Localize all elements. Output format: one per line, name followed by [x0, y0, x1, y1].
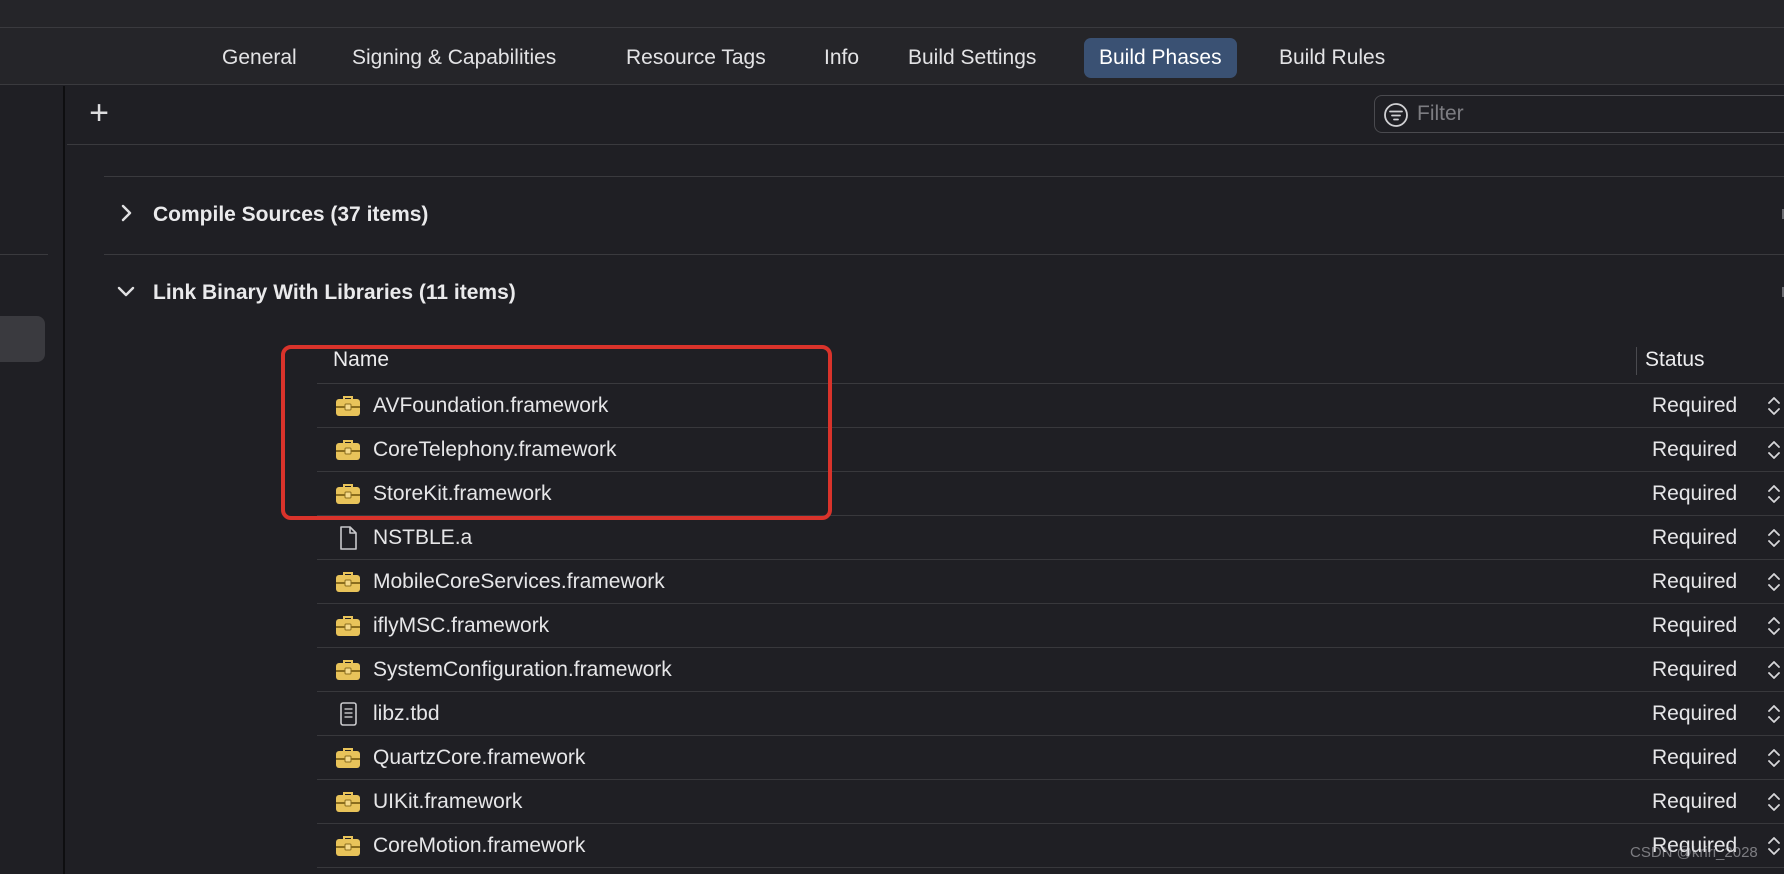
status-popup[interactable]: Required	[1652, 428, 1737, 472]
library-row[interactable]: libz.tbd Required	[317, 692, 1784, 736]
sidebar-selected-target[interactable]	[0, 316, 45, 362]
phase-divider	[104, 254, 1784, 255]
library-name: StoreKit.framework	[373, 482, 552, 505]
library-name: AVFoundation.framework	[373, 394, 609, 417]
file-icon	[335, 526, 361, 550]
popup-chevrons-icon[interactable]	[1767, 835, 1781, 857]
status-popup[interactable]: Required	[1652, 472, 1737, 516]
tab-build-settings[interactable]: Build Settings	[893, 38, 1051, 78]
library-row[interactable]: CoreMotion.framework Required	[317, 824, 1784, 868]
library-row[interactable]: StoreKit.framework Required	[317, 472, 1784, 516]
name-column-header[interactable]: Name	[333, 337, 389, 383]
library-name: libz.tbd	[373, 702, 440, 725]
framework-icon	[335, 614, 361, 638]
library-name: NSTBLE.a	[373, 526, 473, 549]
status-popup[interactable]: Required	[1652, 736, 1737, 780]
library-name: iflyMSC.framework	[373, 614, 550, 637]
editor-tab-bar: General Signing & Capabilities Resource …	[0, 28, 1784, 85]
phase-compile-sources[interactable]: Compile Sources (37 items)	[104, 195, 1784, 235]
library-row[interactable]: AVFoundation.framework Required	[317, 384, 1784, 428]
popup-chevrons-icon[interactable]	[1767, 395, 1781, 417]
library-row[interactable]: MobileCoreServices.framework Required	[317, 560, 1784, 604]
status-column-header[interactable]: Status	[1645, 337, 1705, 383]
targets-sidebar	[0, 86, 65, 874]
framework-icon	[335, 746, 361, 770]
library-name: UIKit.framework	[373, 790, 523, 813]
framework-icon	[335, 658, 361, 682]
tab-resource-tags[interactable]: Resource Tags	[611, 38, 781, 78]
tab-info[interactable]: Info	[809, 38, 874, 78]
filter-input[interactable]	[1415, 96, 1784, 132]
text-file-icon	[335, 702, 361, 726]
build-phases-list: Compile Sources (37 items) Link Binary W…	[67, 146, 1784, 874]
build-phases-toolbar: +	[67, 86, 1784, 145]
status-popup[interactable]: Required	[1652, 604, 1737, 648]
tab-build-phases[interactable]: Build Phases	[1084, 38, 1237, 78]
library-name: MobileCoreServices.framework	[373, 570, 665, 593]
framework-icon	[335, 570, 361, 594]
status-popup[interactable]: Required	[1652, 384, 1737, 428]
phase-link-binary[interactable]: Link Binary With Libraries (11 items)	[104, 273, 1784, 313]
library-name: SystemConfiguration.framework	[373, 658, 672, 681]
library-row[interactable]: NSTBLE.a Required	[317, 516, 1784, 560]
library-name: CoreMotion.framework	[373, 834, 586, 857]
watermark: CSDN @kriri_2028	[1630, 844, 1758, 861]
tab-signing-capabilities[interactable]: Signing & Capabilities	[337, 38, 571, 78]
popup-chevrons-icon[interactable]	[1767, 659, 1781, 681]
popup-chevrons-icon[interactable]	[1767, 527, 1781, 549]
status-popup[interactable]: Required	[1652, 648, 1737, 692]
status-popup[interactable]: Required	[1652, 560, 1737, 604]
phase-title: Link Binary With Libraries (11 items)	[153, 281, 516, 304]
library-row[interactable]: CoreTelephony.framework Required	[317, 428, 1784, 472]
column-separator[interactable]	[1636, 347, 1637, 375]
popup-chevrons-icon[interactable]	[1767, 703, 1781, 725]
status-popup[interactable]: Required	[1652, 692, 1737, 736]
chevron-right-icon[interactable]	[116, 203, 136, 223]
popup-chevrons-icon[interactable]	[1767, 615, 1781, 637]
framework-icon	[335, 834, 361, 858]
framework-icon	[335, 394, 361, 418]
framework-icon	[335, 438, 361, 462]
library-name: CoreTelephony.framework	[373, 438, 617, 461]
status-popup[interactable]: Required	[1652, 780, 1737, 824]
phase-divider	[104, 176, 1784, 177]
add-build-phase-button[interactable]: +	[83, 96, 115, 130]
sidebar-divider	[0, 254, 48, 255]
tab-build-rules[interactable]: Build Rules	[1264, 38, 1400, 78]
popup-chevrons-icon[interactable]	[1767, 439, 1781, 461]
filter-field[interactable]	[1374, 95, 1784, 133]
filter-icon	[1384, 103, 1408, 127]
library-name: QuartzCore.framework	[373, 746, 586, 769]
library-table: Name Status AVFoundation.framework Requir…	[317, 337, 1784, 874]
library-row[interactable]: iflyMSC.framework Required	[317, 604, 1784, 648]
popup-chevrons-icon[interactable]	[1767, 571, 1781, 593]
status-popup[interactable]: Required	[1652, 516, 1737, 560]
window-top-strip	[0, 0, 1784, 28]
framework-icon	[335, 482, 361, 506]
framework-icon	[335, 790, 361, 814]
tab-general[interactable]: General	[207, 38, 312, 78]
library-row[interactable]: QuartzCore.framework Required	[317, 736, 1784, 780]
popup-chevrons-icon[interactable]	[1767, 747, 1781, 769]
phase-title: Compile Sources (37 items)	[153, 203, 429, 226]
popup-chevrons-icon[interactable]	[1767, 483, 1781, 505]
library-row[interactable]: UIKit.framework Required	[317, 780, 1784, 824]
library-row[interactable]: SystemConfiguration.framework Required	[317, 648, 1784, 692]
chevron-down-icon[interactable]	[116, 281, 136, 301]
popup-chevrons-icon[interactable]	[1767, 791, 1781, 813]
